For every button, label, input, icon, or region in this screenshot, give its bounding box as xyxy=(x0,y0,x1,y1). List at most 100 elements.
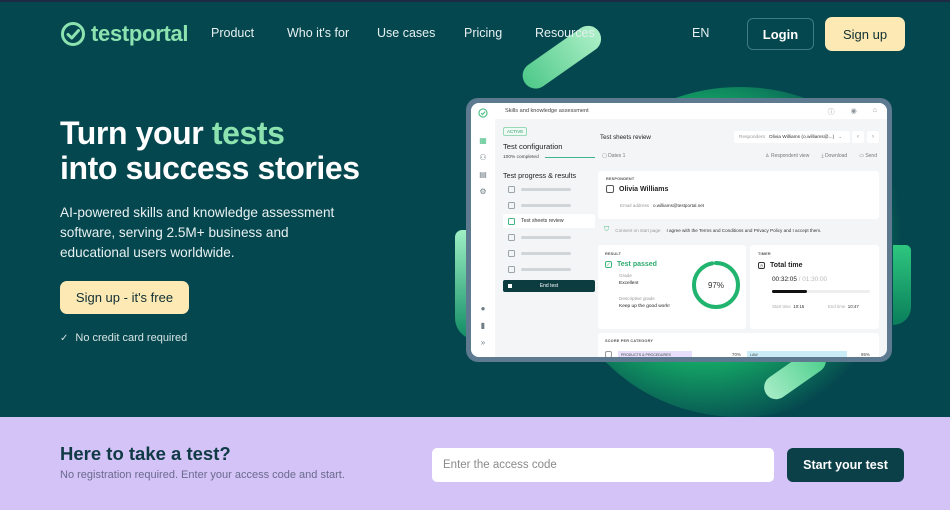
bell-icon: ⌂ xyxy=(872,107,877,114)
status-badge: ACTIVE xyxy=(503,127,528,136)
desc-grade-value: Keep up the good work! xyxy=(619,304,670,309)
review-title: Test sheets review xyxy=(600,134,651,141)
consent-value: I agree with the Terms and Conditions an… xyxy=(666,227,822,233)
nav-resources[interactable]: Resources xyxy=(535,26,595,40)
email-label: Email address xyxy=(620,203,650,208)
respondent-label: Respondent xyxy=(739,134,765,140)
next-icon: › xyxy=(867,131,879,143)
signup-button[interactable]: Sign up xyxy=(825,17,905,51)
start-value: 10:15 xyxy=(793,304,805,309)
language-selector[interactable]: EN xyxy=(692,26,709,40)
expand-icon: » xyxy=(480,337,486,347)
logo[interactable]: testportal xyxy=(60,21,189,47)
start-test-button[interactable]: Start your test xyxy=(787,448,904,482)
timer-title: Total time xyxy=(770,262,803,269)
mockup-screen: ▦ ⚇ ▤ ⚙ ● ▮ » Skills and knowledge asses… xyxy=(471,103,887,357)
app-mockup: ▦ ⚇ ▤ ⚙ ● ▮ » Skills and knowledge asses… xyxy=(466,98,892,362)
hero-section: testportal Product Who it's for Use case… xyxy=(0,0,950,417)
config-progress-text: 100% completed xyxy=(503,155,539,160)
category-bar: PRODUCTS & PROCEDURES xyxy=(618,351,723,357)
step-label: Test sheets review xyxy=(521,218,564,224)
nav-product[interactable]: Product xyxy=(211,26,254,40)
timer-limit: 01:30:00 xyxy=(802,276,828,283)
checkmark-icon: ✓ xyxy=(60,332,69,344)
config-progress: 100% completed xyxy=(503,155,595,160)
login-button[interactable]: Login xyxy=(747,18,814,50)
logo-text: testportal xyxy=(91,21,189,46)
headline-accent: tests xyxy=(211,115,285,151)
step-item xyxy=(503,246,595,260)
check-icon: ✓ xyxy=(605,261,612,268)
download-action: Download xyxy=(824,153,848,159)
respondent-section-label: RESPONDENT xyxy=(606,177,635,181)
end-label: End time xyxy=(828,304,846,309)
prev-icon: ‹ xyxy=(852,131,864,143)
step-item xyxy=(503,182,595,196)
step-item xyxy=(503,198,595,212)
category-row: PRODUCTS & PROCEDURES 70% xyxy=(614,351,741,357)
progress-title: Test progress & results xyxy=(503,171,577,180)
config-title: Test configuration xyxy=(503,142,563,151)
email-value: o.williams@testportal.net xyxy=(652,203,705,208)
send-action: Send xyxy=(865,153,877,159)
category-name: PRODUCTS & PROCEDURES xyxy=(621,352,671,357)
grade-value: Excellent xyxy=(619,281,639,286)
strip-title: Here to take a test? xyxy=(60,443,231,464)
calendar-icon: ▤ xyxy=(479,169,487,179)
nav-pricing[interactable]: Pricing xyxy=(464,26,502,40)
timer-section-label: TIMER xyxy=(758,252,771,256)
desc-grade-label: Descriptive grade xyxy=(619,296,655,301)
timer-elapsed: 00:32:05 xyxy=(772,276,797,283)
no-credit-card-note: ✓ No credit card required xyxy=(60,332,187,344)
no-credit-card-text: No credit card required xyxy=(75,332,188,344)
respondent-select: Respondent Olivia Williams (o.williams@.… xyxy=(734,131,850,143)
decorative-leaf xyxy=(893,245,911,325)
category-bar: LAW xyxy=(747,351,852,357)
dates-label: Dates xyxy=(608,153,622,159)
nav-use-cases[interactable]: Use cases xyxy=(377,26,435,40)
strip-subtitle: No registration required. Enter your acc… xyxy=(60,469,345,481)
help-icon: ● xyxy=(480,303,486,313)
category-value: 70% xyxy=(732,352,741,357)
signup-free-button[interactable]: Sign up - it's free xyxy=(60,281,189,314)
category-icon xyxy=(605,351,612,357)
grade-label: Grade xyxy=(619,273,632,278)
category-name: LAW xyxy=(750,352,758,357)
timer-fill xyxy=(772,290,808,293)
timer-track xyxy=(772,290,870,293)
timer-separator: / xyxy=(798,276,801,283)
dashboard-icon: ▦ xyxy=(479,135,487,145)
score-category-card: SCORE PER CATEGORY PRODUCTS & PROCEDURES… xyxy=(598,333,879,357)
respondent-value: Olivia Williams (o.williams@...) xyxy=(768,134,835,140)
stop-icon xyxy=(508,284,512,288)
app-title: Skills and knowledge assessment xyxy=(505,108,589,114)
logout-icon: ▮ xyxy=(480,320,486,330)
respondent-view-action: Respondent view xyxy=(770,153,810,159)
hero-subtext: AI-powered skills and knowledge assessme… xyxy=(60,205,335,260)
respondent-name: Olivia Williams xyxy=(619,185,669,193)
person-icon xyxy=(606,185,614,193)
scan-icon xyxy=(508,217,515,225)
settings-icon: ⚙ xyxy=(479,186,487,196)
dates-count: 1 xyxy=(622,153,626,159)
users-icon: ⚇ xyxy=(479,152,487,162)
start-label: Start time xyxy=(772,304,791,309)
info-icon: ⓘ xyxy=(827,109,835,116)
respondent-card: RESPONDENT Olivia Williams Email address… xyxy=(598,171,879,219)
pager: ‹ › xyxy=(852,131,879,143)
mockup-rail: ▦ ⚇ ▤ ⚙ ● ▮ » xyxy=(471,103,495,357)
headline-line2: into success stories xyxy=(60,150,360,186)
eye-icon: ◉ xyxy=(850,108,857,115)
step-item xyxy=(503,230,595,244)
progress-bar xyxy=(544,156,595,159)
result-card: RESULT ✓ Test passed Grade Excellent Des… xyxy=(598,245,746,329)
access-code-input[interactable] xyxy=(432,448,774,482)
headline-text: Turn your xyxy=(60,115,212,151)
end-test-label: End test xyxy=(539,283,559,289)
logo-icon xyxy=(478,108,488,118)
chevron-down-icon: ⌄ xyxy=(838,134,843,140)
timer-card: TIMER ◷ Total time 00:32:05 / 01:30:00 S… xyxy=(750,245,879,329)
nav-who-its-for[interactable]: Who it's for xyxy=(287,26,349,40)
step-item xyxy=(503,262,595,276)
mockup-topbar: Skills and knowledge assessment ⓘ ◉ ⌂ xyxy=(495,103,887,119)
